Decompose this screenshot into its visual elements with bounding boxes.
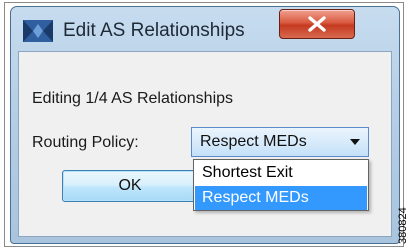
routing-policy-value: Respect MEDs [200, 133, 307, 150]
figure-code-text: 380824 [397, 207, 409, 244]
app-icon [23, 20, 53, 42]
dropdown-option-shortest-exit[interactable]: Shortest Exit [195, 161, 367, 185]
close-icon [308, 16, 326, 32]
close-button[interactable] [279, 9, 355, 39]
chevron-down-icon [350, 139, 360, 145]
window-title: Edit AS Relationships [63, 20, 245, 41]
editing-status-text: Editing 1/4 AS Relationships [32, 90, 234, 107]
ok-button[interactable]: OK [62, 170, 198, 202]
page: Edit AS Relationships Editing 1/4 AS Rel… [0, 0, 416, 250]
figure-code: 380824 [397, 196, 411, 246]
ok-button-label: OK [118, 177, 142, 194]
routing-policy-select[interactable]: Respect MEDs [191, 127, 369, 157]
dropdown-option-respect-meds[interactable]: Respect MEDs [195, 186, 367, 210]
routing-policy-dropdown: Shortest Exit Respect MEDs [193, 159, 369, 211]
routing-policy-label: Routing Policy: [32, 134, 139, 151]
title-bar[interactable]: Edit AS Relationships [11, 7, 399, 51]
